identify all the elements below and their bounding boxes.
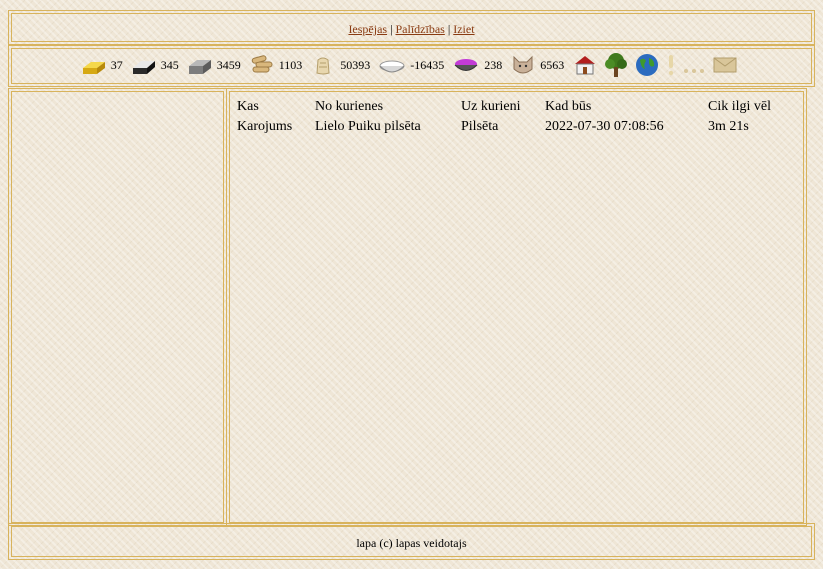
resource-grain: 50393 — [310, 54, 370, 76]
wood-logs-icon — [249, 54, 275, 76]
stone-block-icon — [187, 54, 213, 76]
nav-link-help[interactable]: Palīdzības — [396, 22, 445, 36]
column-header-what: Kas — [237, 99, 259, 114]
nav-separator: | — [444, 22, 454, 36]
nav-link-logout[interactable]: Iziet — [453, 22, 474, 36]
gold-bar-icon — [81, 54, 107, 76]
table-cell-what: Karojums — [237, 119, 293, 134]
resource-value: -16435 — [410, 57, 445, 72]
exclamation-icon[interactable] — [664, 53, 678, 77]
tree-icon[interactable] — [602, 52, 630, 78]
resource-value: 37 — [110, 57, 123, 72]
envelope-icon[interactable] — [712, 54, 738, 76]
column-header-arrival: Kad būs — [545, 99, 592, 114]
resource-gold: 37 — [81, 54, 123, 76]
globe-icon[interactable] — [634, 52, 660, 78]
table-cell-from: Lielo Puiku pilsēta — [315, 119, 421, 134]
top-navigation: Iespējas | Palīdzības | Iziet — [8, 10, 815, 45]
table-cell-to: Pilsēta — [461, 119, 499, 134]
resource-stone: 3459 — [187, 54, 241, 76]
resource-value: 50393 — [340, 57, 371, 72]
table-header-row: Kas No kurienes Uz kurieni Kad būs Cik i… — [237, 99, 771, 119]
movements-table: Kas No kurienes Uz kurieni Kad būs Cik i… — [237, 99, 771, 139]
table-cell-arrival: 2022-07-30 07:08:56 — [545, 119, 664, 134]
ellipsis-icon[interactable] — [682, 54, 708, 76]
footer: lapa (c) lapas veidotajs — [8, 523, 815, 560]
main-panel: Kas No kurienes Uz kurieni Kad būs Cik i… — [226, 88, 807, 526]
resource-value: 1103 — [278, 57, 303, 72]
resource-value: 6563 — [540, 57, 565, 72]
column-header-from: No kurienes — [315, 99, 384, 114]
column-header-remaining: Cik ilgi vēl — [708, 99, 771, 114]
potion-bowl-icon — [452, 54, 480, 76]
nav-separator: | — [387, 22, 396, 36]
resource-items: 37 345 3459 1103 50393 -16435 238 6563 — [9, 52, 814, 78]
iron-bar-icon — [131, 54, 157, 76]
resource-bar: 37 345 3459 1103 50393 -16435 238 6563 — [8, 45, 815, 87]
sidebar-panel — [8, 88, 227, 526]
column-header-to: Uz kurieni — [461, 99, 521, 114]
house-icon[interactable] — [572, 54, 598, 76]
food-bowl-icon — [378, 54, 406, 76]
nav-links: Iespējas | Palīdzības | Iziet — [9, 22, 814, 37]
footer-text: lapa (c) lapas veidotajs — [356, 536, 467, 550]
resource-value: 3459 — [216, 57, 241, 72]
resource-population: 6563 — [510, 53, 564, 77]
nav-link-options[interactable]: Iespējas — [348, 22, 387, 36]
resource-value: 345 — [160, 57, 179, 72]
resource-wood: 1103 — [249, 54, 303, 76]
resource-potion: 238 — [452, 54, 502, 76]
grain-sack-icon — [310, 54, 336, 76]
table-row: Karojums Lielo Puiku pilsēta Pilsēta 202… — [237, 119, 771, 139]
resource-value: 238 — [484, 57, 503, 72]
resource-food: -16435 — [378, 54, 444, 76]
population-cat-icon — [510, 53, 536, 77]
resource-iron: 345 — [131, 54, 179, 76]
table-cell-remaining: 3m 21s — [708, 119, 749, 134]
